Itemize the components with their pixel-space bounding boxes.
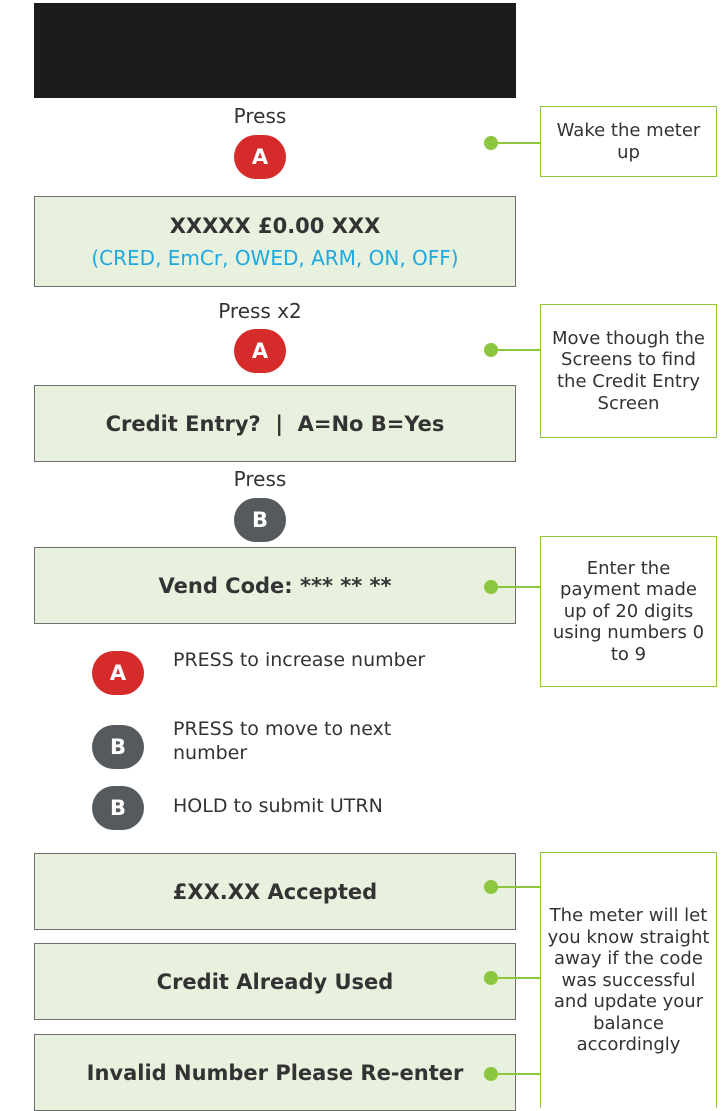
screen-invalid: Invalid Number Please Re-enter [34, 1034, 516, 1111]
screen-balance-main: XXXXX £0.00 XXX [169, 213, 381, 238]
instruction-next: PRESS to move to next number [173, 718, 392, 764]
connector-line [496, 349, 541, 351]
button-a: A [234, 135, 286, 179]
instruction-increase: PRESS to increase number [173, 649, 426, 671]
screen-balance-modes: (CRED, EmCr, OWED, ARM, ON, OFF) [91, 245, 459, 270]
instruction-submit: HOLD to submit UTRN [173, 795, 383, 817]
meter-display [34, 3, 516, 98]
connector-line [496, 977, 541, 979]
note-meter-response: The meter will let you know straight awa… [540, 852, 717, 1108]
note-wake-meter: Wake the meter up [540, 106, 717, 177]
button-a: A [92, 651, 144, 695]
button-b: B [234, 498, 286, 542]
press-label: Press [233, 104, 287, 128]
connector-line [496, 142, 541, 144]
press-label: Press [233, 467, 287, 491]
button-a: A [234, 329, 286, 373]
screen-accepted: £XX.XX Accepted [34, 853, 516, 930]
screen-already-used: Credit Already Used [34, 943, 516, 1020]
screen-already-used-text: Credit Already Used [156, 969, 394, 994]
button-b: B [92, 786, 144, 830]
screen-accepted-text: £XX.XX Accepted [172, 879, 378, 904]
screen-vend-code: Vend Code: *** ** ** [34, 547, 516, 624]
screen-credit-entry: Credit Entry? | A=No B=Yes [34, 385, 516, 462]
connector-line [496, 586, 541, 588]
screen-invalid-text: Invalid Number Please Re-enter [86, 1060, 464, 1085]
screen-balance: XXXXX £0.00 XXX (CRED, EmCr, OWED, ARM, … [34, 196, 516, 287]
note-move-screens: Move though the Screens to find the Cred… [540, 304, 717, 438]
press-label: Press x2 [218, 299, 302, 323]
connector-line [496, 886, 541, 888]
connector-line [496, 1073, 541, 1075]
screen-credit-entry-text: Credit Entry? | A=No B=Yes [105, 411, 445, 436]
note-enter-payment: Enter the payment made up of 20 digits u… [540, 536, 717, 687]
screen-vend-code-text: Vend Code: *** ** ** [158, 573, 392, 598]
button-b: B [92, 725, 144, 769]
